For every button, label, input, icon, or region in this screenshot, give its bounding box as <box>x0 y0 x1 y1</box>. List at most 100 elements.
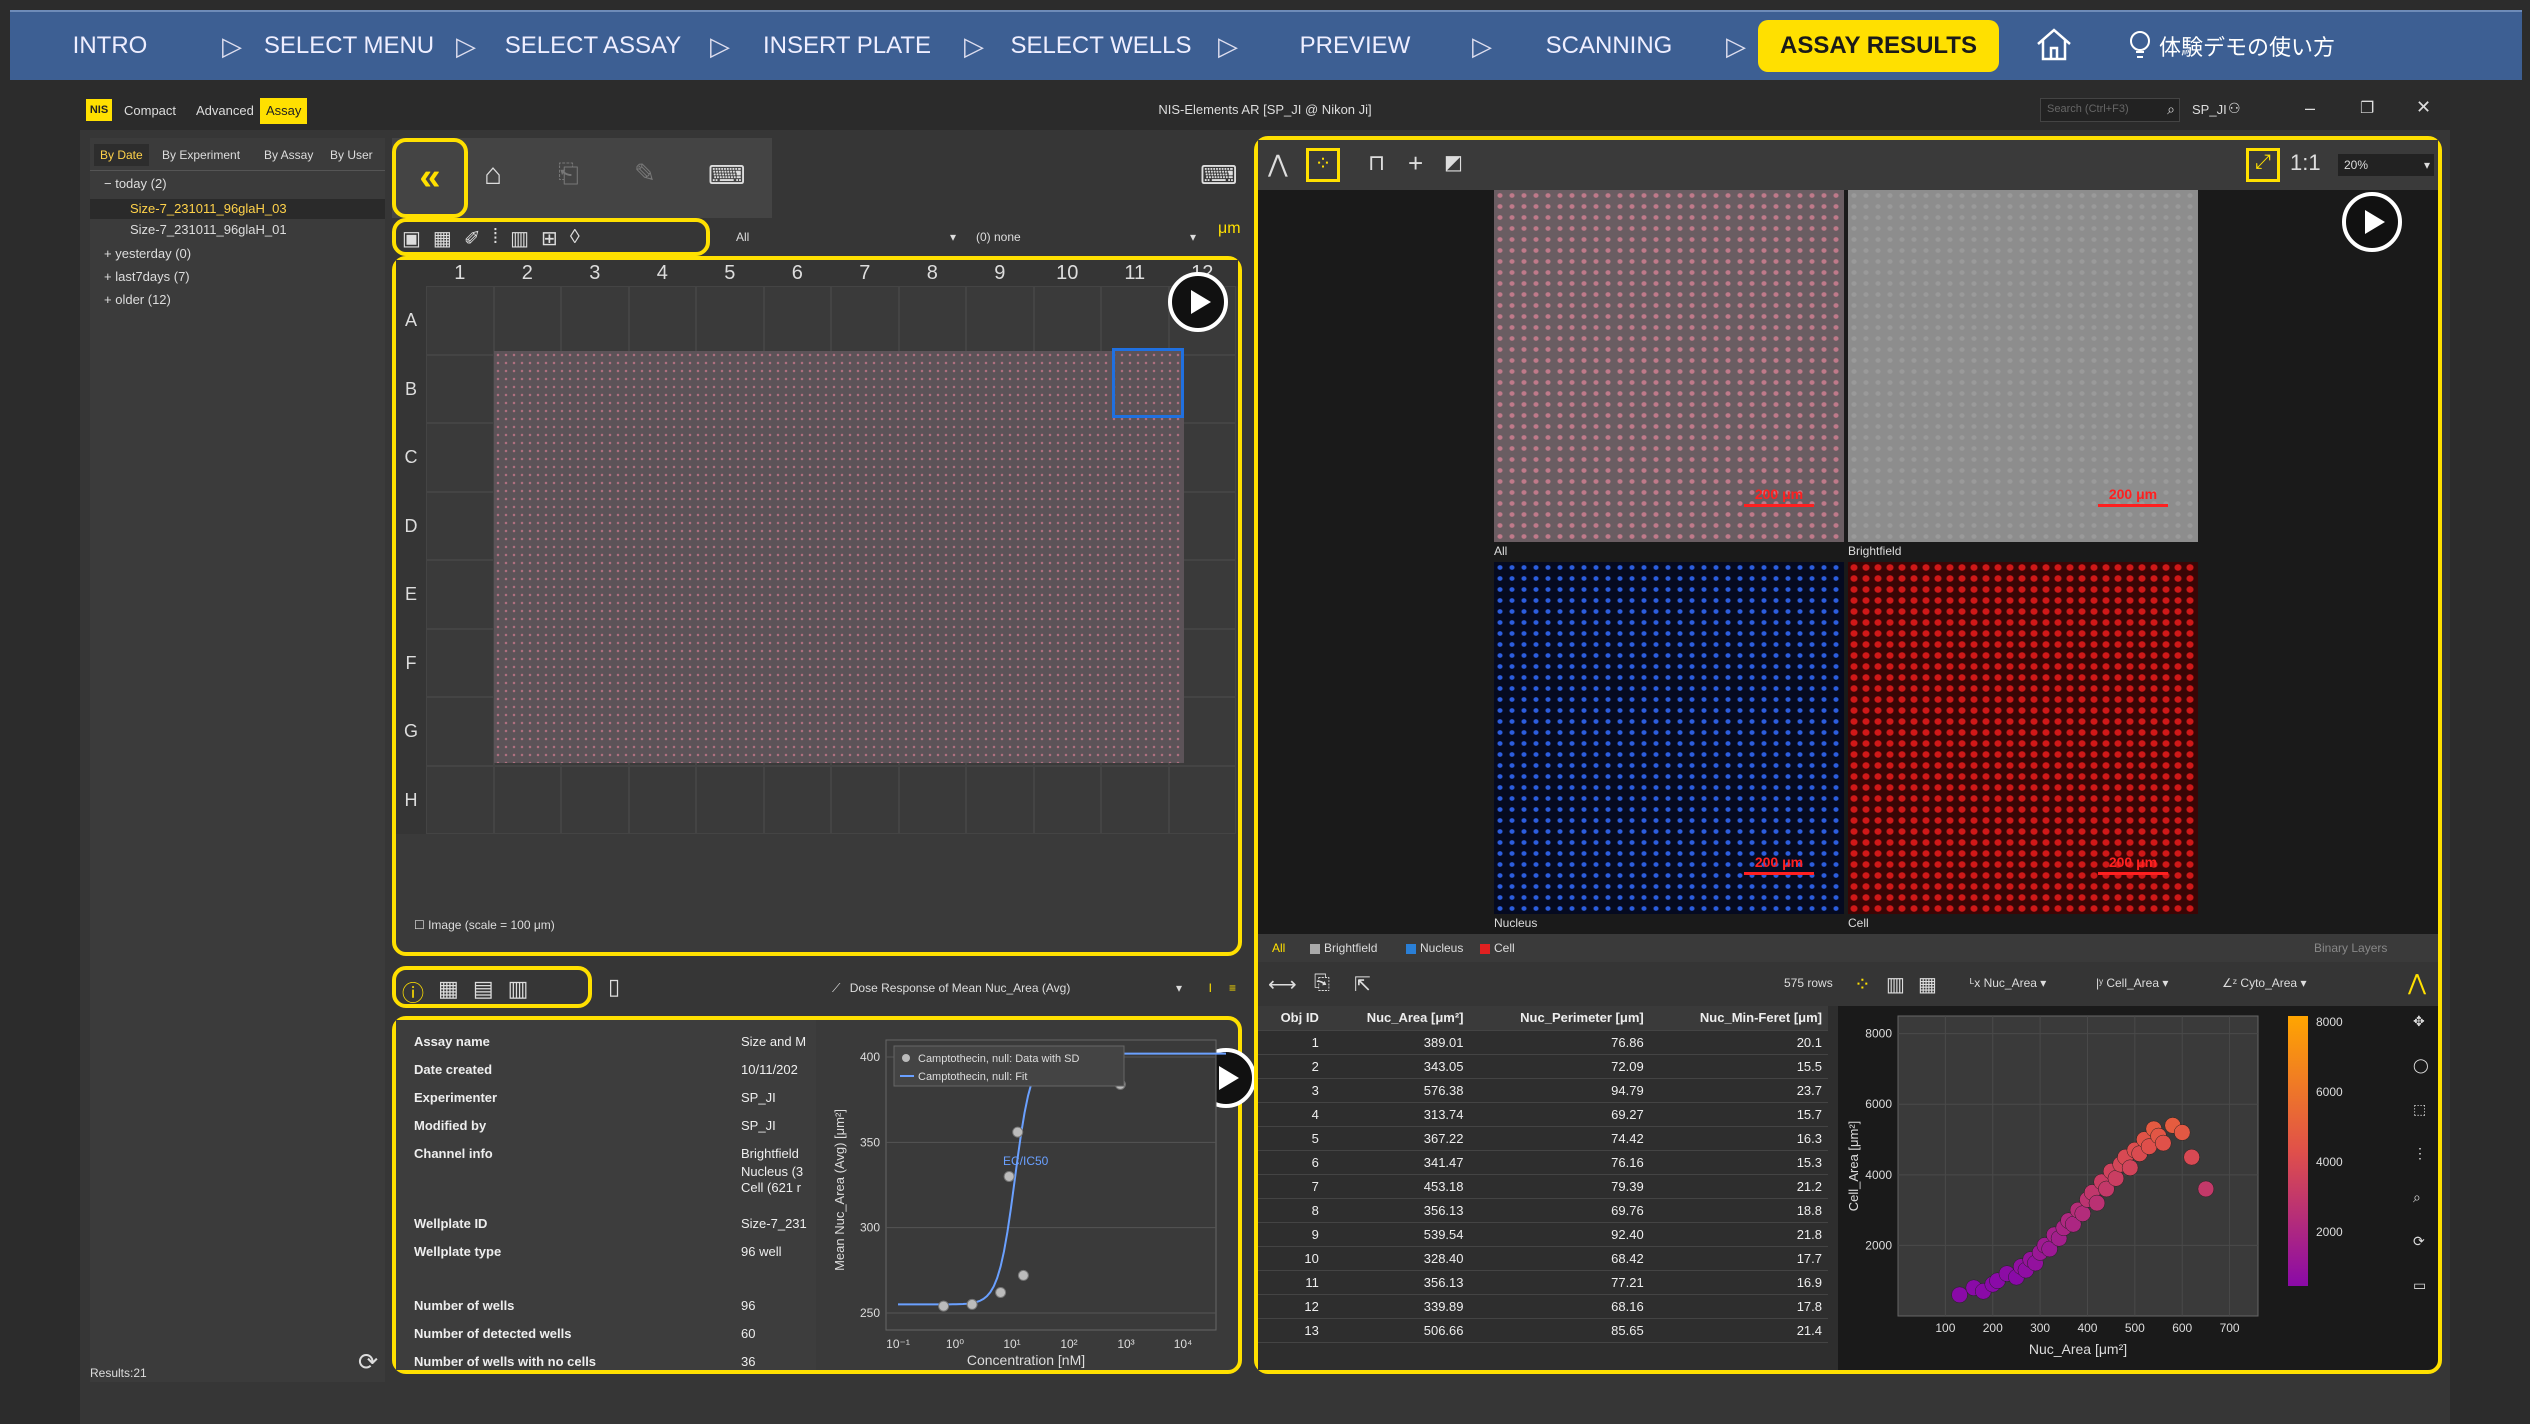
share-icon[interactable]: ⇱ <box>1354 972 1371 997</box>
step-insert-plate[interactable]: INSERT PLATE <box>742 32 952 60</box>
channel-cell[interactable]: Cell <box>1480 934 1515 962</box>
image-view-icon[interactable]: ▣ <box>402 226 421 250</box>
plate-well[interactable] <box>1101 286 1169 355</box>
table-row[interactable]: 1 389.01 76.86 20.1 <box>1258 1030 1828 1055</box>
tab-by-user[interactable]: By User <box>330 144 373 166</box>
split-icon[interactable]: ⊞ <box>541 226 558 250</box>
restore-icon[interactable]: ❐ <box>2360 98 2374 118</box>
plate-well[interactable] <box>628 765 696 834</box>
plate-well[interactable] <box>696 286 764 355</box>
bar-icon[interactable]: ▥ <box>510 226 529 250</box>
channel-select[interactable]: (0) none ▾ <box>970 226 1200 248</box>
table-row[interactable]: 12 339.89 68.16 17.8 <box>1258 1294 1828 1319</box>
refresh-icon[interactable]: ⟳ <box>358 1348 378 1377</box>
z-axis-select[interactable]: ∠ᶻ Cyto_Area ▾ <box>2222 976 2306 990</box>
clipboard-icon[interactable]: ▯ <box>608 974 620 1000</box>
tree-item-older[interactable]: + older (12) <box>104 292 171 307</box>
step-select-menu[interactable]: SELECT MENU <box>254 32 444 60</box>
tile-brightfield-image[interactable]: 200 μm <box>1848 190 2198 542</box>
table-row[interactable]: 9 539.54 92.40 21.8 <box>1258 1222 1828 1247</box>
tree-expander[interactable]: + <box>104 246 112 261</box>
tree-item-experiment-03[interactable]: Size-7_231011_96glaH_03 <box>90 199 385 219</box>
plate-well[interactable] <box>426 765 494 834</box>
tile-cell-image[interactable]: 200 μm <box>1848 562 2198 914</box>
plate-column-label[interactable]: 10 <box>1034 262 1102 285</box>
overlay-icon[interactable]: ◩ <box>1444 150 1463 175</box>
layout-icon[interactable]: ⌨ <box>1200 160 1238 191</box>
plate-row-label[interactable]: F <box>396 653 426 674</box>
bar-chart-icon[interactable]: ▦ <box>1918 972 1937 997</box>
collapse-button[interactable]: « <box>392 138 468 218</box>
plate-well[interactable] <box>426 286 494 355</box>
step-select-wells[interactable]: SELECT WELLS <box>996 32 1206 60</box>
plate-column-label[interactable]: 7 <box>831 262 899 285</box>
tab-by-assay[interactable]: By Assay <box>264 144 313 166</box>
filter-select[interactable]: All ▾ <box>730 226 960 248</box>
plate-well[interactable] <box>831 286 899 355</box>
tree-expander[interactable]: + <box>104 269 112 284</box>
plate-well[interactable] <box>898 286 966 355</box>
table-row[interactable]: 2 343.05 72.09 15.5 <box>1258 1054 1828 1079</box>
tab-by-date[interactable]: By Date <box>94 144 149 166</box>
play-video-button[interactable] <box>2342 192 2402 252</box>
results-table[interactable]: Obj ID Nuc_Area [μm²] Nuc_Perimeter [μm] Nu… <box>1258 1006 1828 1343</box>
binary-layers-toggle[interactable]: Binary Layers <box>2314 934 2387 962</box>
close-icon[interactable]: ✕ <box>2416 97 2431 118</box>
scale-unit-icon[interactable]: μm <box>1218 220 1241 238</box>
column-header[interactable]: Nuc_Area [μm²] <box>1324 1006 1470 1031</box>
table-row[interactable]: 4 313.74 69.27 15.7 <box>1258 1102 1828 1127</box>
home-icon[interactable]: ⌂ <box>484 158 502 192</box>
plate-well[interactable] <box>493 765 561 834</box>
plate-row-label[interactable]: C <box>396 447 426 468</box>
keyboard-icon[interactable]: ⌨ <box>708 160 746 191</box>
dots-icon[interactable]: ⁞ <box>493 226 499 248</box>
scatter-plot-icon[interactable]: ⁘ <box>1854 972 1871 997</box>
plate-column-label[interactable]: 5 <box>696 262 764 285</box>
y-axis-select[interactable]: |ʸ Cell_Area ▾ <box>2096 976 2168 990</box>
plate-well[interactable] <box>1033 286 1101 355</box>
tree-expander[interactable]: + <box>104 292 112 307</box>
plate-well[interactable] <box>1168 765 1236 834</box>
search-input[interactable]: Search (Ctrl+F3) ⌕ <box>2040 98 2180 122</box>
plate-row-label[interactable]: G <box>396 721 426 742</box>
plate-well[interactable] <box>1101 765 1169 834</box>
graph-select[interactable]: ⟋ Dose Response of Mean Nuc_Area (Avg) ▾… <box>832 976 1242 1000</box>
info-icon[interactable]: ⓘ <box>402 976 424 1006</box>
table-row[interactable]: 13 506.66 85.65 21.4 <box>1258 1318 1828 1343</box>
tree-item-today[interactable]: − today (2) <box>104 176 167 191</box>
plate-well[interactable] <box>426 491 494 560</box>
ratio-button[interactable]: 1:1 <box>2290 150 2321 176</box>
user-icon[interactable]: ⚇ <box>2228 100 2241 117</box>
plate-well[interactable] <box>966 286 1034 355</box>
plate-row-label[interactable]: D <box>396 516 426 537</box>
report-icon[interactable]: ▤ <box>473 976 494 1001</box>
plate-well[interactable] <box>763 765 831 834</box>
minimize-icon[interactable]: – <box>2305 98 2315 119</box>
table-row[interactable]: 11 356.13 77.21 16.9 <box>1258 1270 1828 1295</box>
curve-tool-icon[interactable]: ⋀ <box>1268 150 1288 179</box>
paint-icon[interactable]: ✐ <box>464 226 481 250</box>
tile-nucleus-image[interactable]: 200 μm <box>1494 562 1844 914</box>
plate-well[interactable] <box>426 560 494 629</box>
plate-well[interactable] <box>426 423 494 492</box>
channel-nucleus[interactable]: Nucleus <box>1406 934 1463 962</box>
plate-well[interactable] <box>493 286 561 355</box>
plate-well[interactable] <box>898 765 966 834</box>
step-intro[interactable]: INTRO <box>10 32 210 60</box>
plate-column-label[interactable]: 6 <box>764 262 832 285</box>
plate-column-label[interactable]: 3 <box>561 262 629 285</box>
plate-column-label[interactable]: 9 <box>966 262 1034 285</box>
tree-item-yesterday[interactable]: + yesterday (0) <box>104 246 191 261</box>
fit-curve-icon[interactable]: ⋀ <box>2408 970 2426 996</box>
export-table-icon[interactable]: ⎘ <box>1314 972 1330 995</box>
plate-well[interactable] <box>426 628 494 697</box>
tab-by-experiment[interactable]: By Experiment <box>162 144 240 166</box>
plate-well[interactable] <box>1033 765 1101 834</box>
channel-brightfield[interactable]: Brightfield <box>1310 934 1377 962</box>
column-header[interactable]: Obj ID <box>1258 1006 1325 1031</box>
plate-column-label[interactable]: 11 <box>1101 262 1169 285</box>
table-row[interactable]: 8 356.13 69.76 18.8 <box>1258 1198 1828 1223</box>
step-scanning[interactable]: SCANNING <box>1504 32 1714 60</box>
plate-column-label[interactable]: 4 <box>629 262 697 285</box>
step-preview[interactable]: PREVIEW <box>1250 32 1460 60</box>
